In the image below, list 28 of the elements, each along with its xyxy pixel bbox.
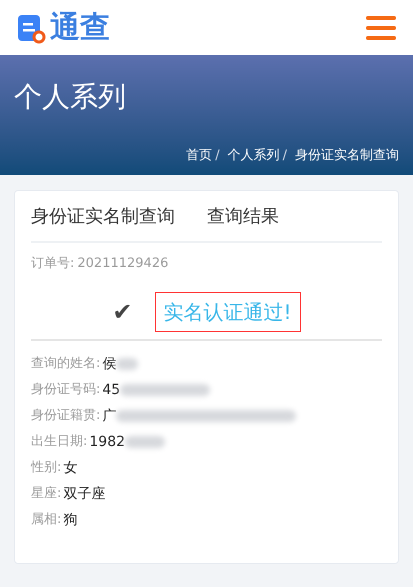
field-value: 双子座 xyxy=(63,484,106,504)
field-label: 星座: xyxy=(31,485,62,504)
field-value: 45 xyxy=(102,380,120,400)
field-value: 狗 xyxy=(63,510,78,530)
field-label: 性别: xyxy=(31,459,62,478)
check-icon: ✔ xyxy=(112,294,133,330)
field-value: 侯 xyxy=(102,354,116,374)
field-value: 1982 xyxy=(89,432,126,452)
field-label: 属相: xyxy=(31,511,62,530)
breadcrumb-link[interactable]: 首页 xyxy=(186,146,212,165)
field-label: 身份证籍贯: xyxy=(31,407,100,426)
menu-icon[interactable] xyxy=(365,14,397,40)
card-title: 身份证实名制查询 xyxy=(31,204,175,228)
logo-text[interactable]: 通查 xyxy=(50,12,110,42)
field-label: 查询的姓名: xyxy=(31,355,100,374)
card-subtitle: 查询结果 xyxy=(207,204,279,228)
order-number: 20211129426 xyxy=(77,255,168,274)
page-title: 个人系列 xyxy=(14,83,127,111)
breadcrumb-separator: / xyxy=(215,146,220,164)
field-value: 女 xyxy=(63,458,78,478)
field-label: 出生日期: xyxy=(31,433,88,452)
result-message: 实名认证通过! xyxy=(154,292,301,332)
breadcrumb-link[interactable]: 身份证实名制查询 xyxy=(295,146,399,165)
breadcrumb-link[interactable]: 个人系列 xyxy=(228,146,280,165)
breadcrumb-separator: / xyxy=(282,146,287,164)
order-label: 订单号: xyxy=(31,255,74,274)
field-value: 广 xyxy=(102,406,116,426)
field-label: 身份证号码: xyxy=(31,381,100,400)
